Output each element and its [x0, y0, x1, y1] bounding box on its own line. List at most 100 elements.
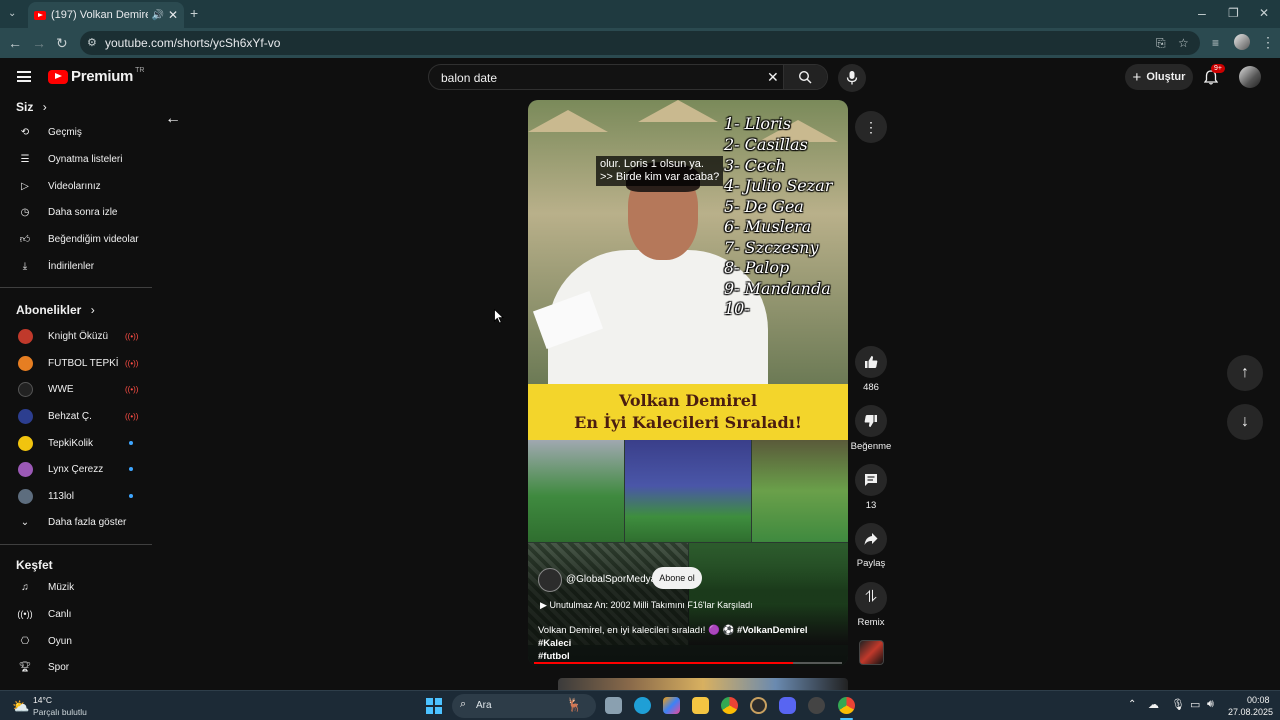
chrome-icon[interactable] — [721, 697, 738, 714]
sidebar-item-downloads[interactable]: ⤓ İndirilenler — [0, 253, 152, 279]
subscription-item[interactable]: FUTBOL TEPKİ ((•)) — [0, 350, 152, 376]
subscriptions-heading[interactable]: Abonelikler › — [16, 303, 95, 317]
subscription-item[interactable]: Knight Öküzü ((•)) — [0, 323, 152, 349]
share-button[interactable] — [855, 523, 887, 555]
site-info-icon[interactable]: ⚙ — [87, 36, 97, 50]
cloud-off-icon[interactable]: ☁ — [1148, 698, 1159, 711]
window-close-icon[interactable]: ✕ — [1259, 6, 1269, 20]
channel-avatar — [17, 488, 33, 504]
forward-icon[interactable]: → — [32, 36, 46, 50]
taskbar-search-placeholder: Ara — [476, 700, 492, 711]
account-avatar[interactable] — [1239, 66, 1261, 88]
search-input[interactable]: balon date — [441, 71, 497, 85]
sound-thumbnail[interactable] — [859, 640, 884, 665]
sidebar-item-label: Müzik — [48, 581, 75, 593]
browser-menu-icon[interactable]: ⋮ — [1261, 35, 1275, 49]
subscription-item[interactable]: WWE ((•)) — [0, 376, 152, 402]
trophy-icon: 🏆︎ — [18, 661, 32, 673]
short-video-player[interactable]: olur. Loris 1 olsun ya. >> Birde kim var… — [528, 100, 848, 666]
clear-search-icon[interactable]: ✕ — [767, 69, 779, 86]
you-section-heading[interactable]: Siz › — [16, 100, 47, 114]
sidebar-item-playlists[interactable]: ☰ Oynatma listeleri — [0, 146, 152, 172]
comments-button[interactable] — [855, 464, 887, 496]
video-description[interactable]: Volkan Demirel, en iyi kalecileri sırala… — [538, 624, 838, 663]
notifications-button[interactable]: 9+ — [1202, 64, 1225, 88]
clock-time[interactable]: 00:08 — [1247, 695, 1270, 705]
subscription-item[interactable]: TepkiKolik — [0, 430, 152, 456]
search-box[interactable]: balon date ✕ — [428, 64, 828, 90]
channel-avatar[interactable] — [538, 568, 562, 592]
dislike-button[interactable] — [855, 405, 887, 437]
next-short-button[interactable]: ↓ — [1227, 404, 1263, 440]
sidebar-item-music[interactable]: ♫ Müzik — [0, 574, 152, 600]
back-icon[interactable]: ← — [8, 36, 22, 50]
sidebar-item-watch-later[interactable]: ◷ Daha sonra izle — [0, 199, 152, 225]
omnibox[interactable]: ⚙ youtube.com/shorts/ycSh6xYf-vo — [80, 31, 1200, 55]
file-explorer-icon[interactable] — [692, 697, 709, 714]
volume-icon[interactable]: 🔊︎ — [1207, 698, 1214, 711]
channel-avatar — [17, 435, 33, 451]
reload-icon[interactable]: ↻ — [56, 36, 68, 50]
sidebar-item-gaming[interactable]: ⎔ Oyun — [0, 628, 152, 654]
display-icon[interactable]: ▭ — [1190, 698, 1200, 711]
more-options-icon[interactable]: ⋮ — [855, 111, 887, 143]
sidebar-item-live[interactable]: ((•)) Canlı — [0, 601, 152, 627]
playlists-icon: ☰ — [20, 153, 30, 165]
subscription-item[interactable]: Lynx Çerezz — [0, 456, 152, 482]
start-button[interactable] — [426, 698, 442, 714]
sidebar-item-label: Videolarınız — [48, 180, 101, 192]
hamburger-menu-icon[interactable] — [17, 71, 31, 82]
app-circle-icon[interactable] — [750, 697, 767, 714]
thumbs-up-icon — [865, 356, 878, 368]
tray-overflow-icon[interactable]: ⌃ — [1128, 699, 1136, 710]
new-tab-icon[interactable]: + — [190, 6, 198, 20]
comment-count: 13 — [865, 500, 877, 511]
restore-icon[interactable]: ❐ — [1228, 6, 1239, 20]
discord-icon[interactable] — [779, 697, 796, 714]
app-badge-icon[interactable] — [808, 697, 825, 714]
profile-avatar[interactable] — [1234, 34, 1250, 50]
minimize-icon[interactable]: – — [1198, 6, 1206, 20]
voice-search-button[interactable] — [838, 64, 866, 92]
taskbar-search[interactable]: ⌕ Ara 🦌 — [452, 694, 596, 718]
reading-list-icon[interactable]: ≡ — [1212, 36, 1219, 50]
task-view-icon[interactable] — [605, 697, 622, 714]
search-icon — [798, 70, 812, 84]
channel-name[interactable]: @GlobalSporMedya — [566, 574, 656, 585]
remix-button[interactable]: ⥮ — [855, 582, 887, 614]
history-icon: ⟲ — [20, 126, 30, 138]
edge-icon[interactable] — [634, 697, 651, 714]
sound-info[interactable]: ▶ Unutulmaz An: 2002 Milli Takımını F16'… — [540, 600, 753, 611]
hashtag-futbol[interactable]: #futbol — [538, 651, 570, 662]
create-button[interactable]: + Oluştur — [1125, 64, 1193, 90]
tab-close-icon[interactable]: ✕ — [168, 8, 178, 22]
install-app-icon[interactable]: ⎘ — [1156, 36, 1166, 50]
previous-short-button[interactable]: ↑ — [1227, 355, 1263, 391]
show-more-button[interactable]: ⌄ Daha fazla göster — [0, 509, 152, 535]
like-button[interactable] — [855, 346, 887, 378]
chevron-right-icon: › — [90, 303, 95, 317]
microphone-tray-icon[interactable]: 🎙︎ — [1171, 698, 1185, 711]
search-button[interactable] — [783, 65, 827, 89]
youtube-logo[interactable]: Premium TR — [48, 67, 144, 85]
browser-tab[interactable]: (197) Volkan Demirel, en iyi 🔊 ✕ — [28, 2, 184, 28]
clock-date[interactable]: 27.08.2025 — [1228, 707, 1273, 717]
chrome-active-icon[interactable] — [838, 697, 855, 714]
next-short-preview[interactable] — [558, 678, 848, 690]
search-icon: ⌕ — [460, 698, 467, 710]
back-arrow-icon[interactable]: ← — [165, 110, 181, 128]
sidebar-item-history[interactable]: ⟲ Geçmiş — [0, 119, 152, 145]
ranking-line: 7- Szczesny — [724, 238, 819, 257]
subscribe-button[interactable]: Abone ol — [652, 567, 702, 589]
sidebar-item-sports[interactable]: 🏆︎ Spor — [0, 654, 152, 680]
sidebar-item-your-videos[interactable]: ▷ Videolarınız — [0, 173, 152, 199]
video-progress-bar[interactable] — [534, 662, 842, 664]
subscription-item[interactable]: 113lol — [0, 483, 152, 509]
tab-search-icon[interactable]: ⌄ — [8, 7, 16, 21]
copilot-icon[interactable] — [663, 697, 680, 714]
sidebar-item-liked-videos[interactable]: 👍︎ Beğendiğim videolar — [0, 226, 152, 252]
channel-avatar — [17, 381, 33, 397]
subscription-item[interactable]: Behzat Ç. ((•)) — [0, 403, 152, 429]
bookmark-star-icon[interactable]: ☆ — [1178, 36, 1189, 50]
channel-avatar — [17, 355, 33, 371]
